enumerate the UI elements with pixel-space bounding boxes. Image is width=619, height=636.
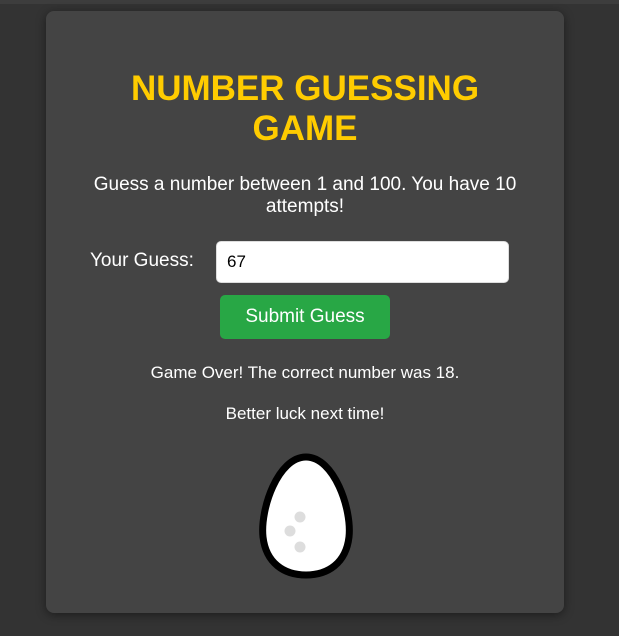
page-title: NUMBER GUESSING GAME — [46, 69, 564, 149]
instructions-text: Guess a number between 1 and 100. You ha… — [93, 174, 517, 217]
egg-icon — [259, 453, 353, 579]
submit-guess-button[interactable]: Submit Guess — [220, 295, 390, 339]
guess-label: Your Guess: — [90, 250, 194, 271]
title-line-2: GAME — [252, 109, 358, 148]
result-message: Game Over! The correct number was 18. — [150, 363, 460, 382]
guess-input[interactable] — [216, 241, 509, 283]
top-bar — [0, 0, 619, 4]
game-card: NUMBER GUESSING GAME Guess a number betw… — [46, 11, 564, 613]
status-message: Better luck next time! — [225, 404, 385, 423]
title-line-1: NUMBER GUESSING — [130, 69, 480, 108]
